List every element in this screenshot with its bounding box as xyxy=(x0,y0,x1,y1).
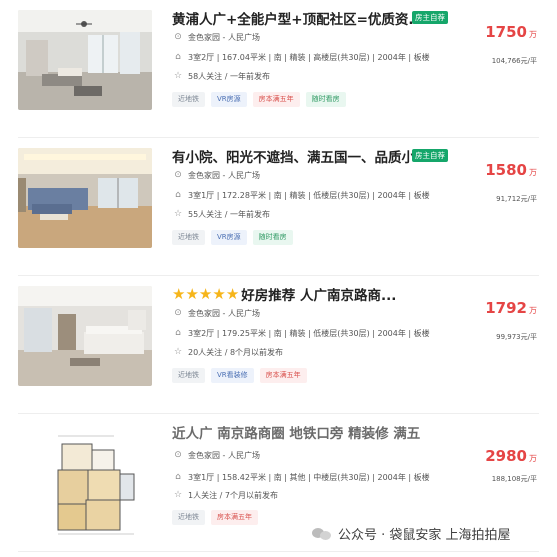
community-name[interactable]: 金色家园 - 人民广场 xyxy=(188,32,260,43)
price-unit: 万 xyxy=(529,168,537,177)
followers-text: 1人关注 / 7个月以前发布 xyxy=(188,490,278,500)
listing-photo[interactable] xyxy=(18,424,152,542)
owner-recommend-badge: 房主自荐 xyxy=(412,11,448,24)
tag: 近地铁 xyxy=(172,510,205,525)
house-details: 3室2厅 | 167.04平米 | 南 | 精装 | 高楼层(共30层) | 2… xyxy=(188,52,430,62)
house-icon: ⌂ xyxy=(175,52,181,62)
tag-list: 近地铁 VR房源 随时看房 xyxy=(172,230,293,245)
location-pin-icon: ⊙ xyxy=(174,170,182,180)
watermark-text: 公众号 · 袋鼠安家 上海拍拍屋 xyxy=(338,527,511,543)
community-line: ⊙ 金色家园 - 人民广场 xyxy=(172,30,260,44)
listing-card[interactable]: 有小院、阳光不遮挡、满五国一、品质小... 房主自荐 ⊙ 金色家园 - 人民广场… xyxy=(0,138,557,276)
location-pin-icon: ⊙ xyxy=(174,308,182,318)
unit-price: 104,766元/平 xyxy=(491,57,537,65)
community-name[interactable]: 金色家园 - 人民广场 xyxy=(188,308,260,319)
tag-list: 近地铁 VR看装修 房本满五年 xyxy=(172,368,307,383)
tag: 房本满五年 xyxy=(252,92,300,107)
tag: VR房源 xyxy=(211,230,247,245)
community-line: ⊙ 金色家园 - 人民广场 xyxy=(172,306,260,320)
rating-stars: ★ ★ ★ ★ ★ xyxy=(172,286,239,302)
tag: 房本满五年 xyxy=(259,368,307,383)
tag: 房本满五年 xyxy=(211,510,258,525)
house-details: 3室1厅 | 158.42平米 | 南 | 其他 | 中楼层(共30层) | 2… xyxy=(188,472,430,482)
followers-text: 58人关注 / 一年前发布 xyxy=(188,71,270,81)
living-room-photo xyxy=(18,148,152,248)
total-price: 1792 万 xyxy=(485,298,537,317)
star-icon: ★ xyxy=(185,285,199,303)
house-details: 3室1厅 | 172.28平米 | 南 | 精装 | 低楼层(共30层) | 2… xyxy=(188,190,430,200)
listing-card[interactable]: ★ ★ ★ ★ ★ 好房推荐 人广南京路商... ⊙ 金色家园 - 人民广场 ⌂… xyxy=(0,276,557,414)
tag: VR房源 xyxy=(211,92,247,107)
price-value: 2980 xyxy=(485,447,527,465)
house-details: 3室2厅 | 179.25平米 | 南 | 精装 | 低楼层(共30层) | 2… xyxy=(188,328,430,338)
community-name[interactable]: 金色家园 - 人民广场 xyxy=(188,170,260,181)
tag-list: 近地铁 房本满五年 xyxy=(172,510,258,525)
listing-title[interactable]: 近人广 南京路商圈 地铁口旁 精装修 满五 xyxy=(172,422,420,442)
community-line: ⊙ 金色家园 - 人民广场 xyxy=(172,168,260,182)
total-price: 2980 万 xyxy=(485,446,537,465)
details-line: ⌂ 3室2厅 | 167.04平米 | 南 | 精装 | 高楼层(共30层) |… xyxy=(172,50,430,64)
tag: 近地铁 xyxy=(172,92,205,107)
house-icon: ⌂ xyxy=(175,472,181,482)
unit-price: 99,973元/平 xyxy=(496,333,537,341)
unit-price: 91,712元/平 xyxy=(496,195,537,203)
unit-price: 188,108元/平 xyxy=(491,475,537,483)
star-outline-icon: ☆ xyxy=(173,490,183,500)
star-icon: ★ xyxy=(172,285,186,303)
community-line: ⊙ 金色家园 - 人民广场 xyxy=(172,448,260,462)
price-unit: 万 xyxy=(529,306,537,315)
listing-photo[interactable] xyxy=(18,10,152,110)
details-line: ⌂ 3室1厅 | 172.28平米 | 南 | 精装 | 低楼层(共30层) |… xyxy=(172,188,430,202)
tag: 随时看房 xyxy=(252,230,293,245)
wechat-icon xyxy=(312,526,332,540)
listing-photo[interactable] xyxy=(18,286,152,386)
details-line: ⌂ 3室1厅 | 158.42平米 | 南 | 其他 | 中楼层(共30层) |… xyxy=(172,470,430,484)
total-price: 1750 万 xyxy=(485,22,537,41)
house-icon: ⌂ xyxy=(175,328,181,338)
followers-line: ☆ 55人关注 / 一年前发布 xyxy=(172,207,270,221)
followers-line: ☆ 58人关注 / 一年前发布 xyxy=(172,69,270,83)
star-outline-icon: ☆ xyxy=(173,347,183,357)
price-value: 1580 xyxy=(485,161,527,179)
tag: VR看装修 xyxy=(211,368,254,383)
floor-plan xyxy=(18,424,152,542)
price-value: 1750 xyxy=(485,23,527,41)
location-pin-icon: ⊙ xyxy=(174,450,182,460)
star-icon: ★ xyxy=(198,285,213,303)
owner-recommend-badge: 房主自荐 xyxy=(412,149,448,162)
tag-list: 近地铁 VR房源 房本满五年 随时看房 xyxy=(172,92,346,107)
tag: 随时看房 xyxy=(305,92,346,107)
tag: 近地铁 xyxy=(172,368,205,383)
living-room-photo xyxy=(18,286,152,386)
followers-text: 55人关注 / 一年前发布 xyxy=(188,209,270,219)
star-icon: ★ xyxy=(225,285,240,303)
community-name[interactable]: 金色家园 - 人民广场 xyxy=(188,450,260,461)
details-line: ⌂ 3室2厅 | 179.25平米 | 南 | 精装 | 低楼层(共30层) |… xyxy=(172,326,430,340)
followers-line: ☆ 20人关注 / 8个月以前发布 xyxy=(172,345,283,359)
total-price: 1580 万 xyxy=(485,160,537,179)
listing-title[interactable]: 好房推荐 人广南京路商... xyxy=(241,284,396,304)
followers-line: ☆ 1人关注 / 7个月以前发布 xyxy=(172,488,278,502)
price-value: 1792 xyxy=(485,299,527,317)
tag: 近地铁 xyxy=(172,230,205,245)
listing-title[interactable]: 有小院、阳光不遮挡、满五国一、品质小... xyxy=(172,146,430,166)
location-pin-icon: ⊙ xyxy=(174,32,182,42)
star-outline-icon: ☆ xyxy=(173,209,183,219)
living-room-photo xyxy=(18,10,152,110)
price-unit: 万 xyxy=(529,30,537,39)
listing-photo[interactable] xyxy=(18,148,152,248)
house-icon: ⌂ xyxy=(175,190,181,200)
price-unit: 万 xyxy=(529,454,537,463)
wechat-watermark: 公众号 · 袋鼠安家 上海拍拍屋 xyxy=(312,522,511,544)
star-icon: ★ xyxy=(212,285,226,303)
star-outline-icon: ☆ xyxy=(173,71,183,81)
listing-card[interactable]: 黄浦人广+全能户型+顶配社区=优质资... 房主自荐 ⊙ 金色家园 - 人民广场… xyxy=(0,0,557,138)
listing-title[interactable]: 黄浦人广+全能户型+顶配社区=优质资... xyxy=(172,8,424,28)
followers-text: 20人关注 / 8个月以前发布 xyxy=(188,347,284,357)
